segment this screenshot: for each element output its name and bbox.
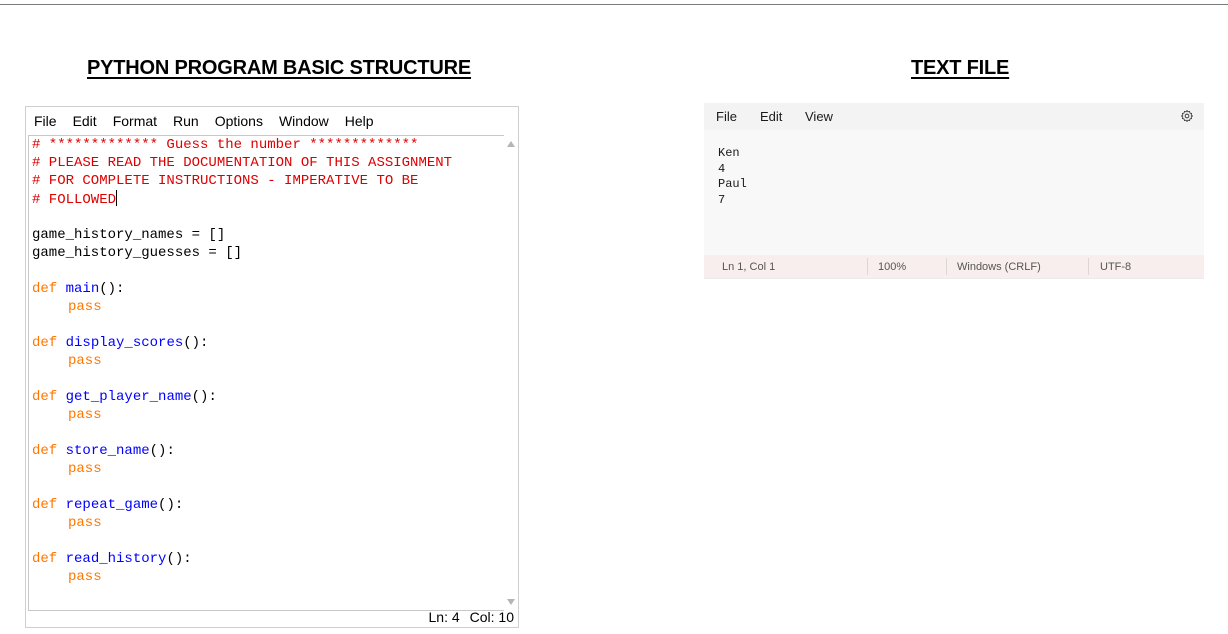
function-name: get_player_name	[65, 389, 192, 405]
notepad-menu-file[interactable]: File	[716, 109, 737, 124]
function-name: store_name	[65, 443, 150, 459]
pass-statement: pass	[68, 461, 102, 477]
function-def-line: def read_history():	[32, 550, 192, 568]
menu-window[interactable]: Window	[279, 113, 329, 133]
notepad-menu-view[interactable]: View	[805, 109, 833, 124]
function-parens: ():	[149, 443, 175, 459]
function-def-line: def main():	[32, 280, 124, 298]
zoom-level[interactable]: 100%	[878, 261, 906, 273]
menu-help[interactable]: Help	[345, 113, 374, 133]
def-keyword: def	[32, 443, 58, 459]
notepad-menu-edit[interactable]: Edit	[760, 109, 782, 124]
menu-format[interactable]: Format	[113, 113, 157, 133]
menu-file[interactable]: File	[34, 113, 57, 133]
text-file-heading: TEXT FILE	[911, 57, 1010, 79]
pass-statement: pass	[68, 299, 102, 315]
text-caret	[116, 190, 118, 206]
code-variable-line: game_history_names = []	[32, 227, 226, 243]
vertical-scrollbar[interactable]	[504, 135, 518, 611]
code-comment-line: # ************* Guess the number *******…	[32, 137, 419, 153]
encoding[interactable]: UTF-8	[1100, 261, 1131, 273]
idle-menubar: File Edit Format Run Options Window Help	[26, 107, 518, 133]
code-comment-text: # FOLLOWED	[32, 192, 117, 208]
function-name: display_scores	[65, 335, 184, 351]
def-keyword: def	[32, 335, 58, 351]
def-keyword: def	[32, 281, 58, 297]
cursor-position: Ln 1, Col 1	[722, 261, 776, 273]
status-divider	[867, 258, 868, 275]
code-comment-line: # FOLLOWED	[32, 190, 118, 209]
menu-edit[interactable]: Edit	[73, 113, 97, 133]
function-name: main	[65, 281, 100, 297]
function-def-line: def display_scores():	[32, 334, 208, 352]
function-parens: ():	[99, 281, 125, 297]
status-divider	[946, 258, 947, 275]
status-divider	[1088, 258, 1089, 275]
top-divider	[0, 4, 1228, 5]
menu-run[interactable]: Run	[173, 113, 199, 133]
def-keyword: def	[32, 497, 58, 513]
gear-icon[interactable]	[1180, 109, 1194, 123]
notepad-status-bar: Ln 1, Col 1 100% Windows (CRLF) UTF-8	[704, 255, 1204, 278]
def-keyword: def	[32, 551, 58, 567]
function-def-line: def get_player_name():	[32, 388, 217, 406]
function-def-line: def store_name():	[32, 442, 175, 460]
function-parens: ():	[158, 497, 184, 513]
code-variable-line: game_history_guesses = []	[32, 245, 243, 261]
notepad-window: File Edit View Ken 4 Paul 7 Ln 1, Col 1 …	[704, 103, 1204, 279]
def-keyword: def	[32, 389, 58, 405]
pass-statement: pass	[68, 353, 102, 369]
idle-status-bar: Ln: 4 Col: 10	[419, 609, 515, 625]
function-name: repeat_game	[65, 497, 159, 513]
function-parens: ():	[166, 551, 192, 567]
pass-statement: pass	[68, 569, 102, 585]
function-parens: ():	[183, 335, 209, 351]
line-ending[interactable]: Windows (CRLF)	[957, 261, 1041, 273]
scroll-up-icon[interactable]	[507, 141, 515, 147]
code-comment-line: # PLEASE READ THE DOCUMENTATION OF THIS …	[32, 155, 453, 171]
pass-statement: pass	[68, 515, 102, 531]
code-comment-line: # FOR COMPLETE INSTRUCTIONS - IMPERATIVE…	[32, 173, 419, 189]
column-number: Col: 10	[469, 609, 514, 625]
menu-options[interactable]: Options	[215, 113, 263, 133]
code-editor[interactable]: # ************* Guess the number *******…	[28, 135, 504, 611]
idle-editor-window: File Edit Format Run Options Window Help…	[25, 106, 519, 628]
function-name: read_history	[65, 551, 167, 567]
notepad-menubar: File Edit View	[704, 103, 1204, 130]
python-structure-heading: PYTHON PROGRAM BASIC STRUCTURE	[87, 57, 472, 79]
pass-statement: pass	[68, 407, 102, 423]
function-def-line: def repeat_game():	[32, 496, 183, 514]
line-number: Ln: 4	[428, 609, 460, 625]
scroll-down-icon[interactable]	[507, 599, 515, 605]
function-parens: ():	[191, 389, 217, 405]
notepad-text-area[interactable]: Ken 4 Paul 7	[718, 146, 747, 208]
